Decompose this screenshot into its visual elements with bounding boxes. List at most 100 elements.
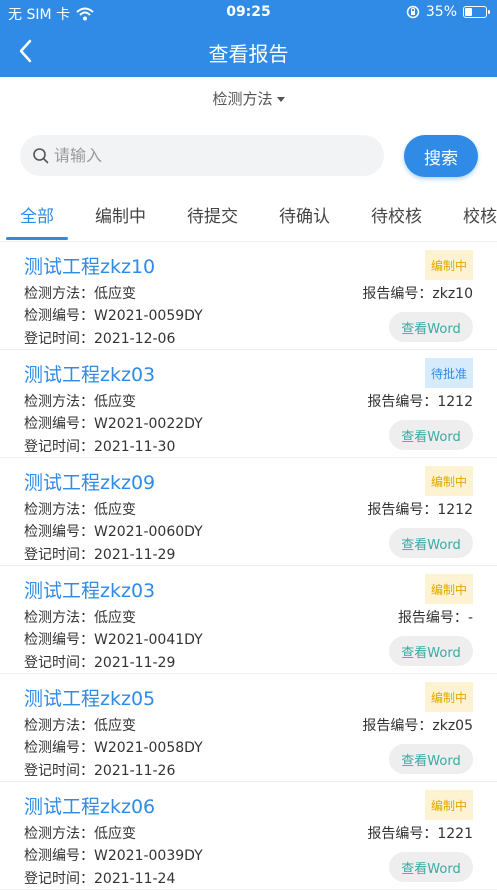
method-label: 检测方法：: [24, 610, 94, 626]
report-number-label: 报告编号：: [362, 286, 433, 302]
code-label: 检测编号：: [24, 308, 94, 324]
method-row: 检测方法：低应变: [24, 715, 136, 735]
report-card[interactable]: 测试工程zkz06 编制中 检测方法：低应变 报告编号：1221 检测编号：W2…: [0, 782, 497, 890]
method-row: 检测方法：低应变: [24, 283, 136, 303]
status-badge: 编制中: [425, 682, 473, 712]
view-word-button[interactable]: 查看Word: [389, 312, 473, 342]
status-tabs: 全部 编制中 待提交 待确认 待校核 校核: [0, 190, 497, 242]
method-value: 低应变: [94, 610, 136, 626]
method-value: 低应变: [94, 502, 136, 518]
time-row: 登记时间：2021-11-24: [24, 868, 175, 888]
search-button[interactable]: 搜索: [404, 135, 478, 177]
report-card[interactable]: 测试工程zkz05 编制中 检测方法：低应变 报告编号：zkz05 检测编号：W…: [0, 674, 497, 782]
status-bar: 无 SIM 卡 09:25 35%: [0, 0, 497, 26]
report-number-value: 1212: [437, 394, 473, 410]
report-number: 报告编号：1212: [367, 499, 473, 519]
code-label: 检测编号：: [24, 524, 94, 540]
time-label: 登记时间：: [24, 871, 94, 887]
report-number: 报告编号：zkz05: [362, 715, 473, 735]
code-label: 检测编号：: [24, 740, 94, 756]
status-badge: 编制中: [425, 466, 473, 496]
method-value: 低应变: [94, 394, 136, 410]
report-number-value: zkz10: [432, 286, 473, 302]
report-title[interactable]: 测试工程zkz03: [24, 576, 155, 603]
battery-icon: [463, 6, 490, 18]
report-number-value: 1221: [437, 826, 473, 842]
code-value: W2021-0039DY: [94, 848, 203, 864]
code-row: 检测编号：W2021-0041DY: [24, 629, 203, 649]
report-number-label: 报告编号：: [367, 394, 438, 410]
method-value: 低应变: [94, 286, 136, 302]
report-card[interactable]: 测试工程zkz03 待批准 检测方法：低应变 报告编号：1212 检测编号：W2…: [0, 350, 497, 458]
code-value: W2021-0022DY: [94, 416, 203, 432]
time-value: 2021-11-24: [94, 871, 176, 887]
method-filter-dropdown[interactable]: 检测方法: [0, 88, 497, 109]
code-row: 检测编号：W2021-0039DY: [24, 845, 203, 865]
tab-pending-submit[interactable]: 待提交: [187, 202, 238, 227]
report-card[interactable]: 测试工程zkz10 编制中 检测方法：低应变 报告编号：zkz10 检测编号：W…: [0, 242, 497, 350]
time-label: 登记时间：: [24, 547, 94, 563]
report-number-value: zkz05: [432, 718, 473, 734]
method-row: 检测方法：低应变: [24, 823, 136, 843]
report-number: 报告编号：-: [398, 607, 473, 627]
time-value: 2021-11-26: [94, 763, 176, 779]
report-title[interactable]: 测试工程zkz03: [24, 360, 155, 387]
report-title[interactable]: 测试工程zkz06: [24, 792, 155, 819]
report-number-label: 报告编号：: [397, 610, 468, 626]
report-card[interactable]: 测试工程zkz03 编制中 检测方法：低应变 报告编号：- 检测编号：W2021…: [0, 566, 497, 674]
search-bar: [20, 135, 384, 176]
time-value: 2021-11-30: [94, 439, 176, 455]
battery-percent: 35%: [425, 4, 457, 20]
view-word-button[interactable]: 查看Word: [389, 528, 473, 558]
method-filter-label: 检测方法: [212, 90, 273, 108]
method-value: 低应变: [94, 718, 136, 734]
code-row: 检测编号：W2021-0059DY: [24, 305, 203, 325]
code-label: 检测编号：: [24, 416, 94, 432]
search-input[interactable]: [54, 141, 374, 170]
tab-drafting[interactable]: 编制中: [95, 202, 146, 227]
report-number-label: 报告编号：: [367, 826, 438, 842]
method-label: 检测方法：: [24, 502, 94, 518]
method-label: 检测方法：: [24, 718, 94, 734]
active-tab-indicator: [6, 237, 68, 240]
view-word-button[interactable]: 查看Word: [389, 744, 473, 774]
battery-fill: [465, 8, 472, 16]
report-card[interactable]: 测试工程zkz09 编制中 检测方法：低应变 报告编号：1212 检测编号：W2…: [0, 458, 497, 566]
tab-all[interactable]: 全部: [20, 202, 54, 227]
time-row: 登记时间：2021-11-30: [24, 436, 175, 456]
status-badge: 待批准: [425, 358, 473, 388]
code-value: W2021-0041DY: [94, 632, 203, 648]
status-badge: 编制中: [425, 250, 473, 280]
time-row: 登记时间：2021-12-06: [24, 328, 175, 348]
time-row: 登记时间：2021-11-29: [24, 544, 175, 564]
method-row: 检测方法：低应变: [24, 607, 136, 627]
report-number-value: 1212: [437, 502, 473, 518]
time-label: 登记时间：: [24, 439, 94, 455]
code-label: 检测编号：: [24, 632, 94, 648]
code-row: 检测编号：W2021-0058DY: [24, 737, 203, 757]
code-value: W2021-0058DY: [94, 740, 203, 756]
report-number-label: 报告编号：: [367, 502, 438, 518]
code-row: 检测编号：W2021-0022DY: [24, 413, 203, 433]
report-title[interactable]: 测试工程zkz09: [24, 468, 155, 495]
report-number-label: 报告编号：: [362, 718, 433, 734]
method-row: 检测方法：低应变: [24, 499, 136, 519]
method-label: 检测方法：: [24, 826, 94, 842]
tab-check[interactable]: 校核: [463, 202, 497, 227]
report-number: 报告编号：zkz10: [362, 283, 473, 303]
search-icon: [33, 148, 49, 164]
code-value: W2021-0060DY: [94, 524, 203, 540]
view-word-button[interactable]: 查看Word: [389, 420, 473, 450]
time-row: 登记时间：2021-11-29: [24, 652, 175, 672]
status-right: 35%: [406, 4, 490, 20]
method-label: 检测方法：: [24, 286, 94, 302]
view-word-button[interactable]: 查看Word: [389, 636, 473, 666]
tab-pending-confirm[interactable]: 待确认: [279, 202, 330, 227]
view-word-button[interactable]: 查看Word: [389, 852, 473, 882]
nav-bar: 查看报告: [0, 26, 497, 77]
report-title[interactable]: 测试工程zkz10: [24, 252, 155, 279]
report-title[interactable]: 测试工程zkz05: [24, 684, 155, 711]
page-title: 查看报告: [208, 42, 289, 66]
tab-pending-check[interactable]: 待校核: [371, 202, 422, 227]
code-label: 检测编号：: [24, 848, 94, 864]
